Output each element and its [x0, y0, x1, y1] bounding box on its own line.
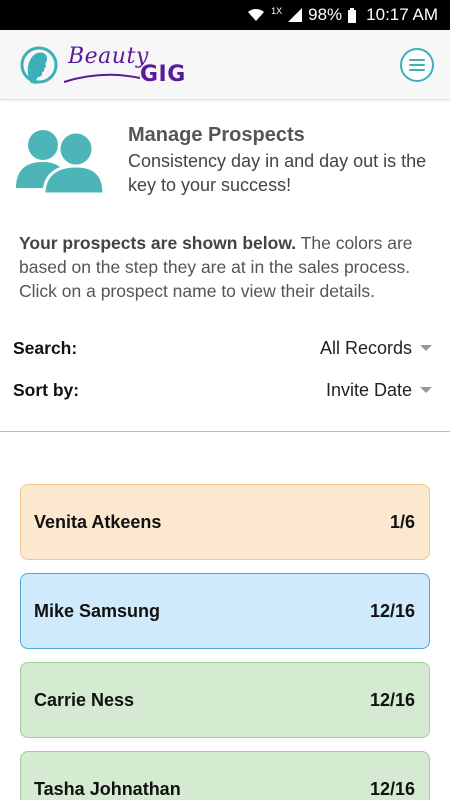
search-label: Search: — [13, 337, 78, 358]
filters: Search: All Records Sort by: Invite Date — [0, 303, 450, 411]
logo-swoosh — [63, 73, 141, 83]
prospect-progress: 12/16 — [369, 689, 415, 710]
sort-label: Sort by: — [13, 379, 80, 400]
prospect-card[interactable]: Tasha Johnathan 12/16 — [20, 751, 430, 800]
hamburger-menu-icon[interactable] — [400, 47, 434, 82]
search-filter-row: Search: All Records — [13, 327, 432, 369]
chevron-down-icon — [420, 387, 432, 393]
intro-section: Manage Prospects Consistency day in and … — [0, 100, 450, 197]
sort-filter-row: Sort by: Invite Date — [13, 369, 432, 411]
chevron-down-icon — [420, 345, 432, 351]
logo-wordmark: Beauty GIG — [62, 42, 210, 88]
app-header: Beauty GIG — [0, 30, 450, 100]
instructions: Your prospects are shown below. The colo… — [0, 197, 450, 303]
battery-icon — [348, 7, 357, 23]
signal-icon — [288, 8, 303, 22]
prospect-card[interactable]: Carrie Ness 12/16 — [20, 662, 430, 738]
face-profile-icon — [20, 46, 58, 84]
prospect-card[interactable]: Mike Samsung 12/16 — [20, 573, 430, 649]
logo-word-beauty: Beauty — [68, 43, 149, 69]
sort-dropdown-value: Invite Date — [325, 379, 412, 400]
prospect-name[interactable]: Mike Samsung — [34, 601, 160, 622]
battery-percent: 98% — [308, 5, 343, 24]
prospect-list: Venita Atkeens 1/6 Mike Samsung 12/16 Ca… — [0, 432, 450, 800]
search-dropdown-value: All Records — [319, 337, 412, 358]
page-subtitle: Consistency day in and day out is the ke… — [128, 151, 427, 195]
page-title: Manage Prospects — [128, 124, 305, 146]
clock: 10:17 AM — [366, 5, 438, 24]
instructions-bold: Your prospects are shown below. — [19, 233, 297, 253]
prospect-progress: 1/6 — [389, 511, 415, 532]
sort-dropdown[interactable]: Invite Date — [326, 380, 432, 401]
status-bar: 1X 98% 10:17 AM — [0, 0, 450, 30]
search-dropdown[interactable]: All Records — [320, 338, 432, 359]
prospect-name[interactable]: Tasha Johnathan — [34, 779, 181, 800]
prospect-progress: 12/16 — [369, 778, 415, 799]
wifi-icon — [247, 8, 265, 22]
network-type-label: 1X — [271, 6, 283, 16]
logo-word-gig: GIG — [140, 61, 186, 87]
prospect-name[interactable]: Carrie Ness — [34, 690, 134, 711]
prospect-name[interactable]: Venita Atkeens — [34, 512, 161, 533]
intro-text: Manage Prospects Consistency day in and … — [128, 124, 432, 197]
prospect-progress: 12/16 — [369, 600, 415, 621]
people-icon — [16, 130, 106, 194]
logo[interactable]: Beauty GIG — [18, 40, 210, 90]
prospect-card[interactable]: Venita Atkeens 1/6 — [20, 484, 430, 560]
